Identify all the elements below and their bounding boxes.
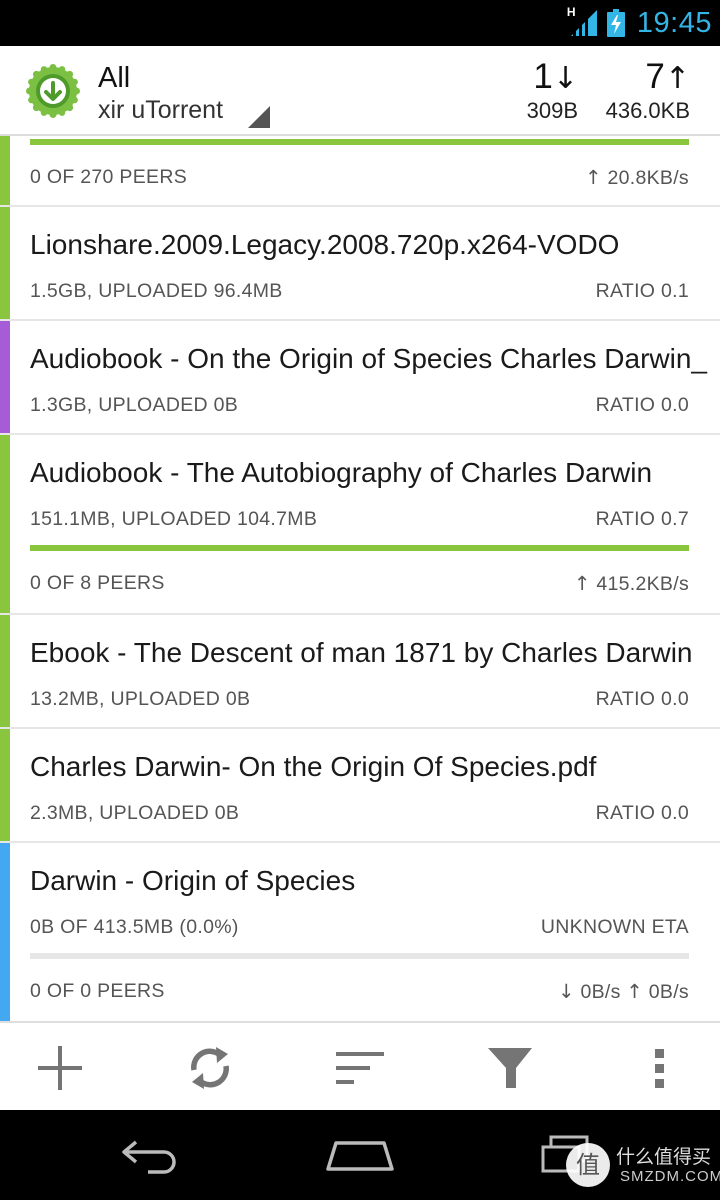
refresh-button[interactable] [160, 1023, 260, 1112]
overflow-menu-icon [655, 1048, 664, 1088]
navigation-bar: 值 什么值得买 SMZDM.COM [0, 1110, 720, 1200]
signal-icon: H [566, 5, 601, 38]
watermark: 值 什么值得买 SMZDM.COM [564, 1138, 720, 1192]
watermark-line1: 什么值得买 [616, 1146, 712, 1168]
torrent-name: Charles Darwin- On the Origin Of Species… [30, 751, 597, 782]
download-count: 1 [533, 57, 553, 96]
upload-stats: 7↑ 436.0KB [590, 58, 690, 124]
download-speed: 309B [526, 98, 578, 123]
torrent-size: 0B OF 413.5MB (0.0%) [30, 916, 239, 938]
filter-title[interactable]: All [98, 62, 130, 95]
watermark-line2: SMZDM.COM [620, 1168, 720, 1185]
torrent-name: Darwin - Origin of Species [30, 865, 356, 896]
upload-speed: 436.0KB [605, 98, 690, 123]
sort-button[interactable] [310, 1023, 410, 1112]
status-color-bar [0, 321, 10, 433]
client-name[interactable]: xir uTorrent [98, 96, 223, 125]
peers-text: 0 OF 270 PEERS [30, 166, 188, 188]
add-icon [38, 1045, 82, 1090]
network-type-label: H [566, 5, 576, 19]
torrent-row[interactable]: Charles Darwin- On the Origin Of Species… [0, 729, 720, 843]
torrent-row[interactable]: 0 OF 270 PEERS ↑ 20.8KB/s [0, 136, 720, 207]
progress-fill [30, 139, 689, 145]
torrent-size: 13.2MB, UPLOADED 0B [30, 688, 251, 710]
sort-icon [336, 1051, 384, 1084]
download-arrow-icon: ↓ [558, 980, 575, 1003]
upload-speed: 0B/s [648, 981, 689, 1003]
torrent-name: Audiobook - On the Origin of Species Cha… [30, 343, 708, 374]
progress-bar [30, 953, 689, 959]
torrent-ratio: RATIO 0.7 [595, 508, 689, 530]
upload-arrow-icon: ↑ [626, 980, 644, 1003]
spinner-triangle-icon[interactable] [248, 106, 270, 128]
status-color-bar [0, 207, 10, 319]
peers-text: 0 OF 0 PEERS [30, 980, 165, 1002]
bottom-toolbar [0, 1021, 720, 1110]
add-button[interactable] [10, 1023, 110, 1112]
torrent-eta: UNKNOWN ETA [540, 916, 689, 938]
home-button[interactable] [322, 1130, 398, 1180]
upload-speed: 20.8KB/s [607, 167, 689, 189]
filter-icon [488, 1047, 532, 1088]
download-speed: 0B/s [580, 981, 621, 1003]
download-stats: 1↓ 309B [510, 58, 578, 124]
upload-arrow-icon: ↑ [573, 572, 591, 595]
torrent-size: 2.3MB, UPLOADED 0B [30, 802, 240, 824]
action-bar: All xir uTorrent 1↓ 309B 7↑ 436.0KB [0, 46, 720, 136]
upload-count: 7 [645, 57, 665, 96]
watermark-badge-text: 值 [576, 1151, 600, 1179]
upload-arrow-icon: ↑ [664, 61, 690, 96]
torrent-ratio: RATIO 0.0 [595, 688, 689, 710]
upload-arrow-icon: ↑ [585, 166, 602, 189]
overflow-menu-button[interactable] [610, 1023, 710, 1112]
torrent-row[interactable]: Darwin - Origin of Species 0B OF 413.5MB… [0, 843, 720, 1021]
torrent-row[interactable]: Audiobook - The Autobiography of Charles… [0, 435, 720, 615]
peers-text: 0 OF 8 PEERS [30, 572, 165, 594]
upload-speed: 415.2KB/s [596, 573, 689, 595]
torrent-size: 1.5GB, UPLOADED 96.4MB [30, 280, 283, 302]
torrent-size: 1.3GB, UPLOADED 0B [30, 394, 239, 416]
progress-bar [30, 139, 689, 145]
torrent-ratio: RATIO 0.1 [595, 280, 689, 302]
status-color-bar [0, 615, 10, 727]
watermark-badge-icon: 值 [566, 1143, 610, 1187]
torrent-row[interactable]: Audiobook - On the Origin of Species Cha… [0, 321, 720, 435]
home-icon [326, 1141, 394, 1171]
torrent-name: Lionshare.2009.Legacy.2008.720p.x264-VOD… [30, 229, 620, 260]
utorrent-logo-icon[interactable] [26, 64, 80, 118]
status-color-bar [0, 136, 10, 205]
torrent-size: 151.1MB, UPLOADED 104.7MB [30, 508, 318, 530]
download-arrow-icon: ↓ [552, 61, 578, 96]
clock: 19:45 [636, 6, 712, 39]
status-color-bar [0, 843, 10, 1021]
refresh-icon [191, 1046, 229, 1089]
back-button[interactable] [115, 1130, 185, 1180]
battery-charging-icon [606, 9, 625, 37]
filter-button[interactable] [460, 1023, 560, 1112]
progress-bar [30, 545, 689, 551]
torrent-ratio: RATIO 0.0 [595, 802, 689, 824]
back-icon [122, 1140, 176, 1174]
torrent-row[interactable]: Ebook - The Descent of man 1871 by Charl… [0, 615, 720, 729]
status-bar: H 19:45 [0, 0, 720, 46]
torrent-row[interactable]: Lionshare.2009.Legacy.2008.720p.x264-VOD… [0, 207, 720, 321]
torrent-ratio: RATIO 0.0 [595, 394, 689, 416]
torrent-name: Audiobook - The Autobiography of Charles… [30, 457, 653, 488]
progress-fill [30, 545, 689, 551]
status-color-bar [0, 729, 10, 841]
torrent-name: Ebook - The Descent of man 1871 by Charl… [30, 637, 693, 668]
status-color-bar [0, 435, 10, 613]
torrent-list[interactable]: 0 OF 270 PEERS ↑ 20.8KB/s Lionshare.2009… [0, 136, 720, 1021]
